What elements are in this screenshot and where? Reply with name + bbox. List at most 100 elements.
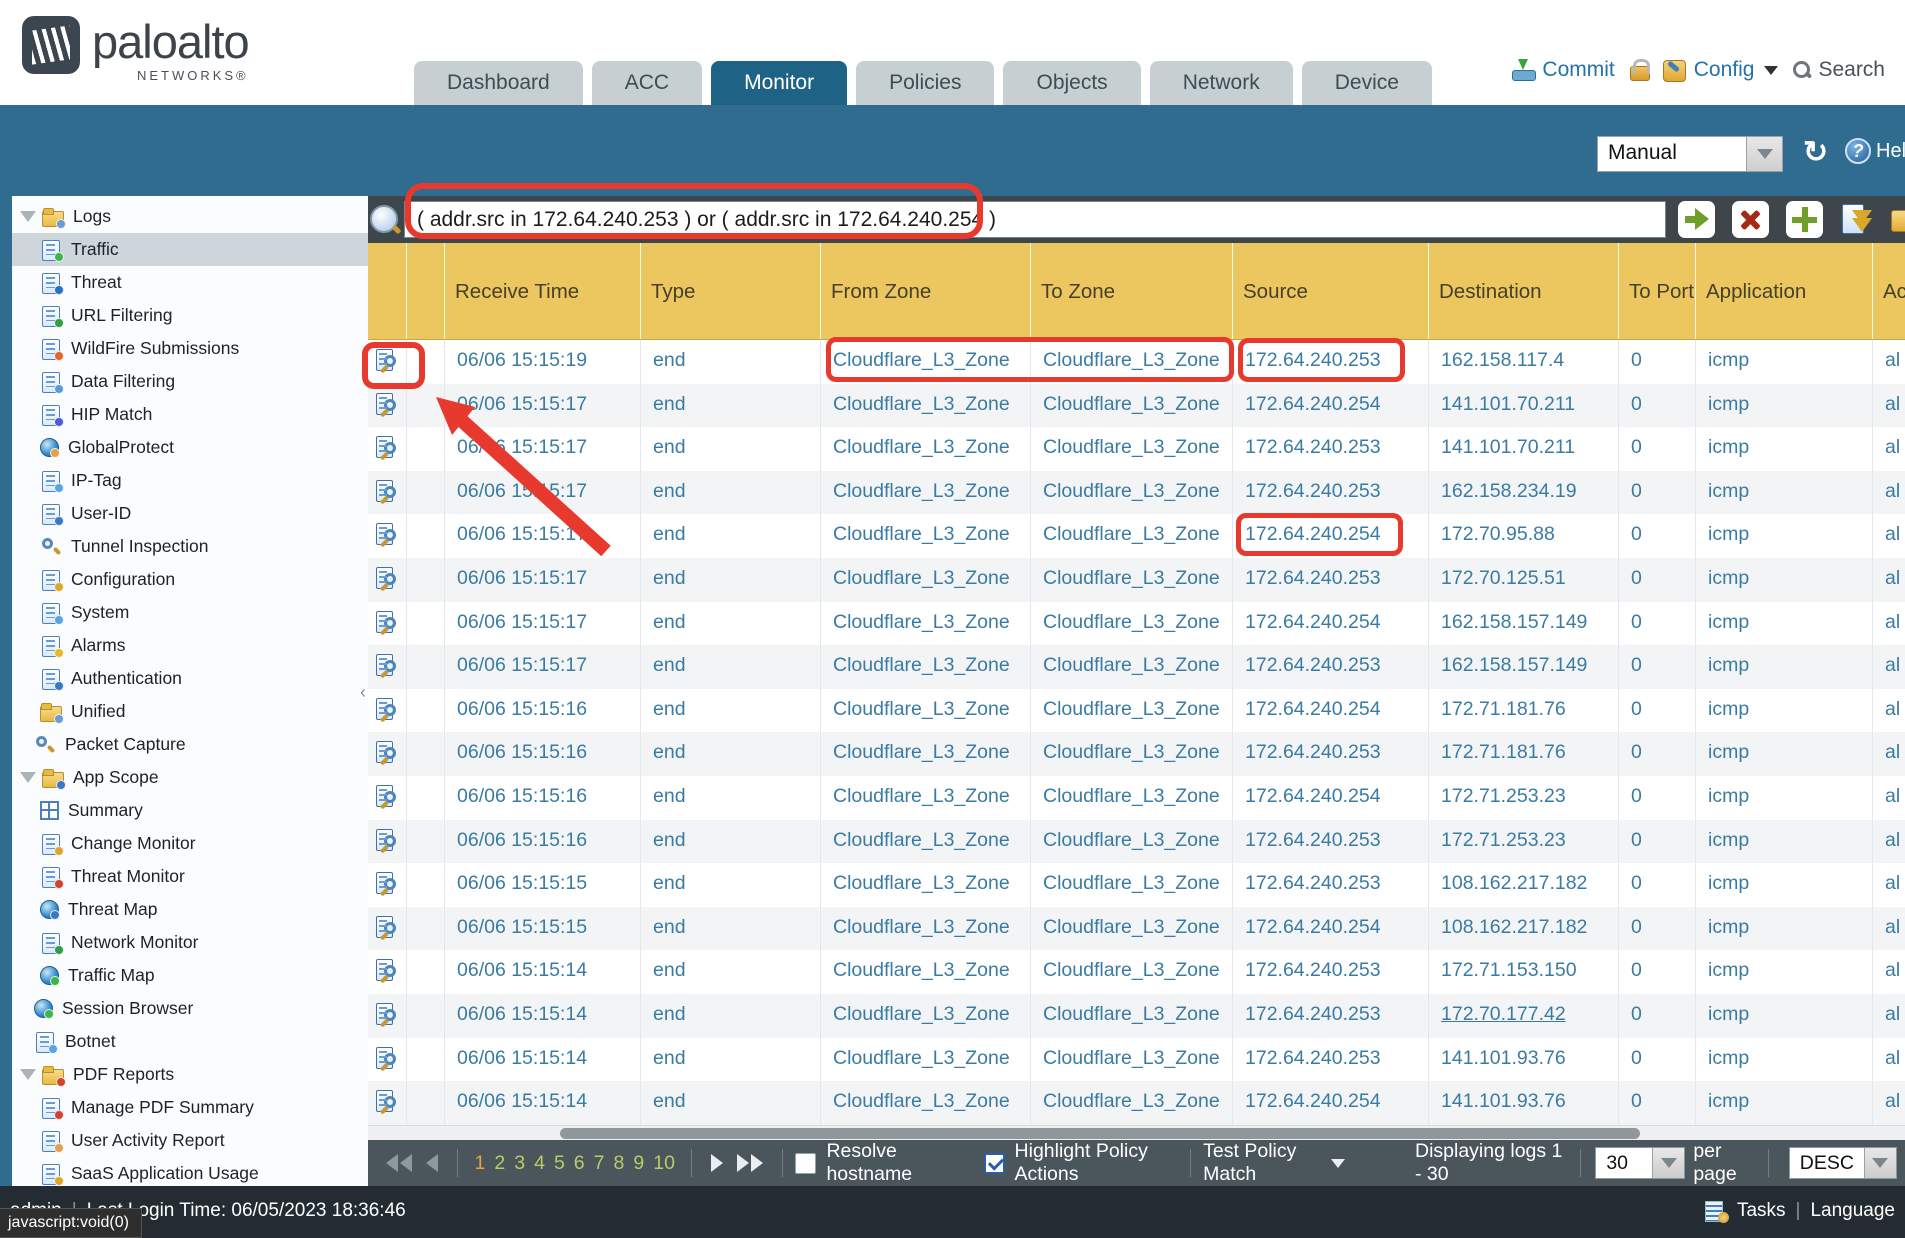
sort-order-dropdown-button[interactable] (1864, 1148, 1896, 1178)
sidebar-item-threat-map[interactable]: Threat Map (12, 893, 368, 926)
tab-policies[interactable]: Policies (856, 61, 994, 105)
page-number-8[interactable]: 8 (614, 1152, 625, 1174)
sidebar-item-network-monitor[interactable]: Network Monitor (12, 926, 368, 959)
sidebar-item-threat-monitor[interactable]: Threat Monitor (12, 860, 368, 893)
next-page-button[interactable] (711, 1154, 723, 1172)
log-detail-icon[interactable] (376, 567, 398, 591)
log-detail-icon[interactable] (376, 523, 398, 547)
page-number-10[interactable]: 10 (653, 1152, 675, 1174)
sidebar-item-user-id[interactable]: User-ID (12, 497, 368, 530)
tasks-button[interactable]: Tasks (1737, 1200, 1786, 1222)
sidebar-item-tunnel-inspection[interactable]: Tunnel Inspection (12, 530, 368, 563)
log-detail-icon[interactable] (376, 436, 398, 460)
table-row[interactable]: 06/06 15:15:14endCloudflare_L3_ZoneCloud… (368, 1081, 1905, 1125)
sidebar-item-data-filtering[interactable]: Data Filtering (12, 365, 368, 398)
prev-page-button[interactable] (426, 1154, 438, 1172)
log-detail-icon[interactable] (376, 785, 398, 809)
sidebar-item-summary[interactable]: Summary (12, 794, 368, 827)
table-row[interactable]: 06/06 15:15:17endCloudflare_L3_ZoneCloud… (368, 514, 1905, 558)
log-detail-icon[interactable] (376, 1047, 398, 1071)
lock-icon[interactable] (1629, 59, 1649, 81)
tab-network[interactable]: Network (1150, 61, 1293, 105)
sidebar-item-saas-application-usage[interactable]: SaaS Application Usage (12, 1157, 368, 1186)
sidebar-item-session-browser[interactable]: Session Browser (12, 992, 368, 1025)
sidebar-item-user-activity-report[interactable]: User Activity Report (12, 1124, 368, 1157)
log-detail-icon[interactable] (376, 654, 398, 678)
column-header-to-zone[interactable]: To Zone (1031, 243, 1233, 339)
destination-link[interactable]: 172.70.177.42 (1441, 1003, 1566, 1025)
table-row[interactable]: 06/06 15:15:17endCloudflare_L3_ZoneCloud… (368, 645, 1905, 689)
per-page-dropdown-button[interactable] (1652, 1148, 1684, 1178)
log-detail-icon[interactable] (376, 480, 398, 504)
sidebar-item-logs[interactable]: Logs (12, 200, 368, 233)
table-row[interactable]: 06/06 15:15:17endCloudflare_L3_ZoneCloud… (368, 427, 1905, 471)
sidebar-item-change-monitor[interactable]: Change Monitor (12, 827, 368, 860)
sidebar-item-url-filtering[interactable]: URL Filtering (12, 299, 368, 332)
log-detail-icon[interactable] (376, 916, 398, 940)
expand-triangle-icon[interactable] (20, 772, 36, 783)
sidebar-item-configuration[interactable]: Configuration (12, 563, 368, 596)
log-detail-icon[interactable] (376, 349, 398, 373)
apply-filter-icon[interactable] (1678, 201, 1715, 238)
sidebar-item-pdf-reports[interactable]: PDF Reports (12, 1058, 368, 1091)
sidebar-item-alarms[interactable]: Alarms (12, 629, 368, 662)
page-number-4[interactable]: 4 (534, 1152, 545, 1174)
sidebar-collapse-handle[interactable]: ‹ (360, 668, 372, 716)
table-row[interactable]: 06/06 15:15:17endCloudflare_L3_ZoneCloud… (368, 602, 1905, 646)
tab-dashboard[interactable]: Dashboard (414, 61, 583, 105)
table-row[interactable]: 06/06 15:15:17endCloudflare_L3_ZoneCloud… (368, 558, 1905, 602)
search-button[interactable]: Search (1792, 58, 1885, 82)
table-row[interactable]: 06/06 15:15:16endCloudflare_L3_ZoneCloud… (368, 689, 1905, 733)
table-row[interactable]: 06/06 15:15:15endCloudflare_L3_ZoneCloud… (368, 863, 1905, 907)
table-row[interactable]: 06/06 15:15:17endCloudflare_L3_ZoneCloud… (368, 471, 1905, 515)
commit-button[interactable]: Commit (1511, 58, 1614, 82)
page-number-6[interactable]: 6 (574, 1152, 585, 1174)
column-header-ac[interactable]: Ac (1873, 243, 1905, 339)
table-row[interactable]: 06/06 15:15:14endCloudflare_L3_ZoneCloud… (368, 1038, 1905, 1082)
page-number-5[interactable]: 5 (554, 1152, 565, 1174)
table-row[interactable]: 06/06 15:15:16endCloudflare_L3_ZoneCloud… (368, 776, 1905, 820)
per-page-select[interactable]: 30 (1595, 1147, 1685, 1179)
sidebar-item-unified[interactable]: Unified (12, 695, 368, 728)
log-detail-icon[interactable] (376, 1003, 398, 1027)
table-row[interactable]: 06/06 15:15:16endCloudflare_L3_ZoneCloud… (368, 732, 1905, 776)
load-filter-icon[interactable] (1891, 202, 1905, 238)
tab-monitor[interactable]: Monitor (711, 61, 847, 105)
table-row[interactable]: 06/06 15:15:17endCloudflare_L3_ZoneCloud… (368, 384, 1905, 428)
sidebar-item-wildfire-submissions[interactable]: WildFire Submissions (12, 332, 368, 365)
table-row[interactable]: 06/06 15:15:16endCloudflare_L3_ZoneCloud… (368, 820, 1905, 864)
log-detail-icon[interactable] (376, 1090, 398, 1114)
tab-acc[interactable]: ACC (592, 61, 702, 105)
page-number-7[interactable]: 7 (594, 1152, 605, 1174)
scrollbar-thumb[interactable] (560, 1128, 1640, 1139)
highlight-policy-actions-checkbox[interactable] (984, 1153, 1005, 1174)
tab-objects[interactable]: Objects (1003, 61, 1140, 105)
sidebar-item-globalprotect[interactable]: GlobalProtect (12, 431, 368, 464)
last-page-button[interactable] (737, 1154, 763, 1172)
log-detail-icon[interactable] (376, 829, 398, 853)
filter-query-input[interactable] (404, 201, 1666, 238)
sidebar-item-manage-pdf-summary[interactable]: Manage PDF Summary (12, 1091, 368, 1124)
log-detail-icon[interactable] (376, 698, 398, 722)
filter-builder-icon[interactable] (1840, 202, 1874, 238)
sidebar-item-app-scope[interactable]: App Scope (12, 761, 368, 794)
column-header-type[interactable]: Type (641, 243, 821, 339)
sidebar-item-system[interactable]: System (12, 596, 368, 629)
column-header-1[interactable] (407, 243, 445, 339)
page-number-2[interactable]: 2 (494, 1152, 505, 1174)
log-detail-icon[interactable] (376, 741, 398, 765)
expand-triangle-icon[interactable] (20, 211, 36, 222)
log-detail-icon[interactable] (376, 611, 398, 635)
tab-device[interactable]: Device (1302, 61, 1432, 105)
column-header-destination[interactable]: Destination (1429, 243, 1619, 339)
page-number-3[interactable]: 3 (514, 1152, 525, 1174)
log-detail-icon[interactable] (376, 393, 398, 417)
refresh-interval-dropdown-button[interactable] (1746, 137, 1782, 171)
log-detail-icon[interactable] (376, 872, 398, 896)
expand-triangle-icon[interactable] (20, 1069, 36, 1080)
sidebar-item-traffic[interactable]: Traffic (12, 233, 368, 266)
table-row[interactable]: 06/06 15:15:19endCloudflare_L3_ZoneCloud… (368, 340, 1905, 384)
sidebar-item-botnet[interactable]: Botnet (12, 1025, 368, 1058)
resolve-hostname-checkbox[interactable] (795, 1153, 816, 1174)
column-header-receive-time[interactable]: Receive Time (445, 243, 641, 339)
